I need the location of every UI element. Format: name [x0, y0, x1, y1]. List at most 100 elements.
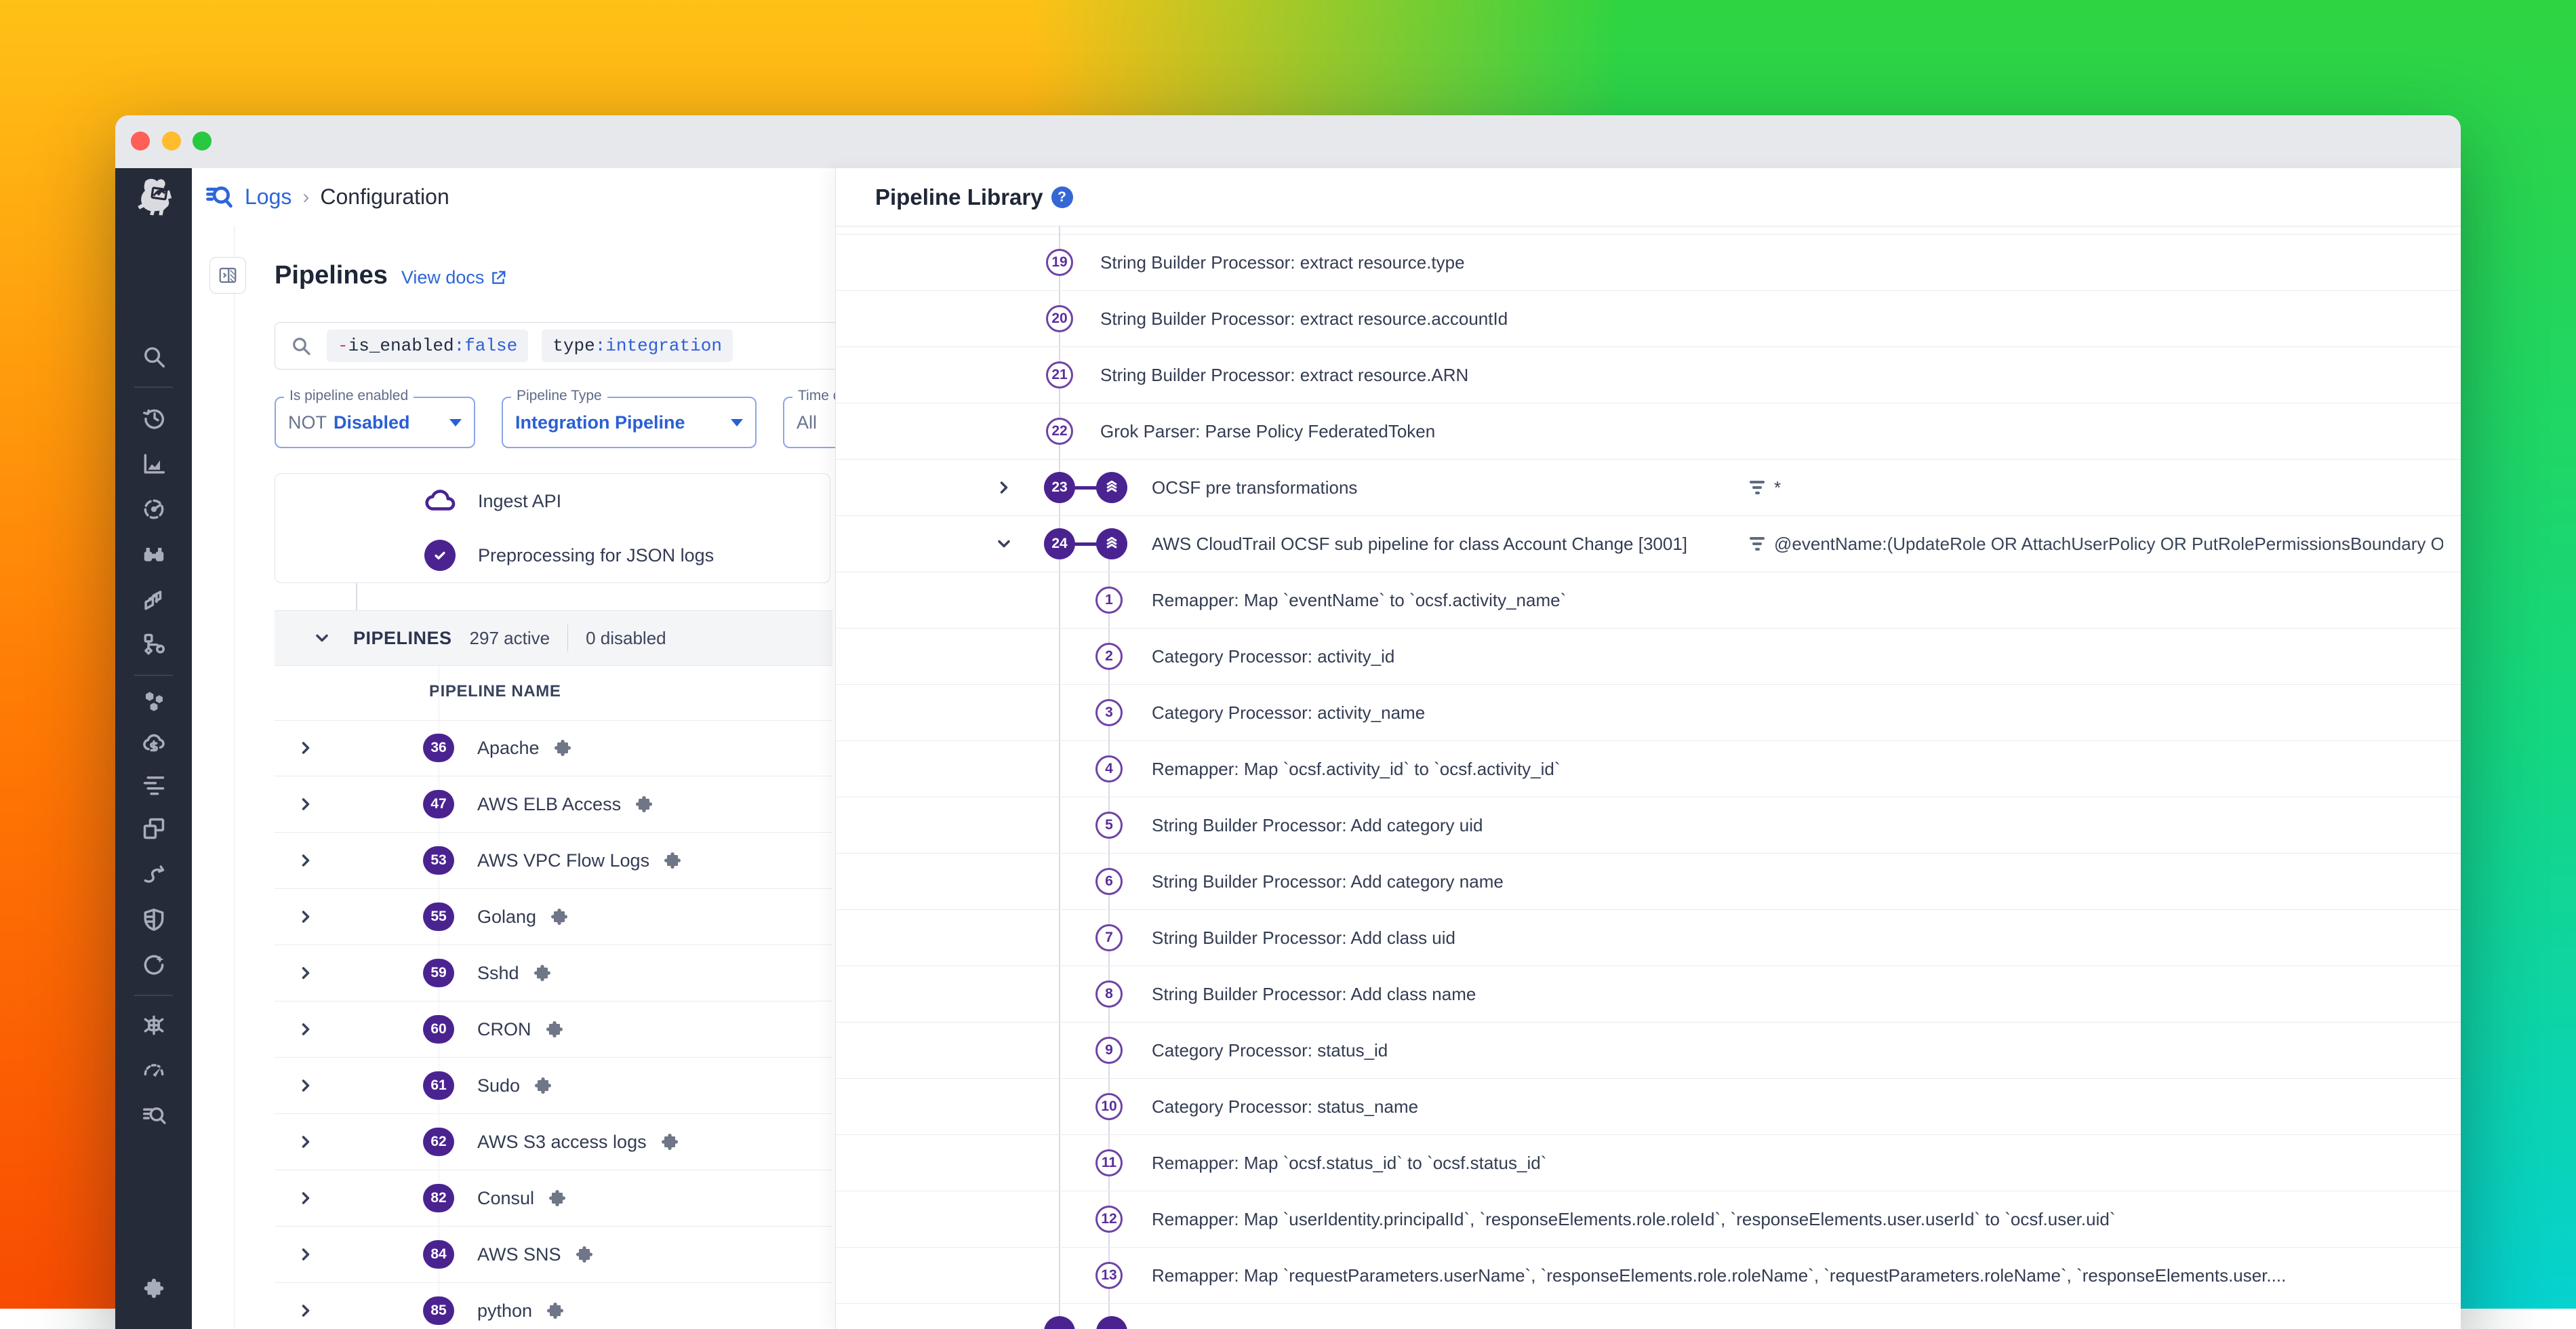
chevron-right-icon[interactable] — [296, 1301, 315, 1320]
table-row[interactable]: 36Apache — [275, 720, 832, 776]
zoom-window-button[interactable] — [193, 132, 212, 151]
subprocessor-row[interactable]: 9Category Processor: status_id — [836, 1023, 2461, 1079]
processor-row[interactable]: 19String Builder Processor: extract reso… — [836, 235, 2461, 291]
processes-hexagons-icon[interactable] — [141, 688, 167, 714]
nested-pipeline-row-expanded[interactable]: 24 AWS CloudTrail OCSF sub pipeline for … — [836, 516, 2461, 572]
pipeline-filter: @eventName:(UpdateRole OR AttachUserPoli… — [1750, 516, 2443, 572]
chevron-right-icon[interactable] — [296, 1076, 315, 1095]
cloud-icon — [422, 483, 458, 519]
search-icon[interactable] — [141, 344, 167, 370]
breadcrumb-logs-link[interactable]: Logs — [245, 184, 291, 210]
pipeline-name[interactable]: Apache — [477, 738, 540, 759]
table-row[interactable]: 61Sudo — [275, 1058, 832, 1114]
history-icon[interactable] — [141, 405, 167, 431]
subprocessor-row[interactable]: 11Remapper: Map `ocsf.status_id` to `ocs… — [836, 1135, 2461, 1191]
pipeline-name[interactable]: Consul — [477, 1188, 534, 1209]
preprocessing-row[interactable]: Preprocessing for JSON logs — [275, 528, 830, 582]
pipeline-name[interactable]: AWS S3 access logs — [477, 1132, 647, 1153]
table-row[interactable]: 55Golang — [275, 889, 832, 945]
table-row[interactable]: 60CRON — [275, 1001, 832, 1058]
pipeline-name[interactable]: Sshd — [477, 963, 519, 984]
collapse-panel-button[interactable] — [209, 257, 246, 294]
pipeline-name[interactable]: Golang — [477, 907, 536, 928]
chevron-right-icon[interactable] — [296, 1132, 315, 1151]
subprocessor-row[interactable]: 1Remapper: Map `eventName` to `ocsf.acti… — [836, 572, 2461, 629]
subprocessor-row[interactable]: 8String Builder Processor: Add class nam… — [836, 966, 2461, 1023]
pipeline-name[interactable]: AWS VPC Flow Logs — [477, 850, 649, 871]
search-token-is-enabled[interactable]: -is_enabled:false — [327, 330, 528, 362]
subprocessor-row[interactable]: 13Remapper: Map `requestParameters.userN… — [836, 1248, 2461, 1304]
pipeline-name[interactable]: AWS SNS — [477, 1244, 561, 1265]
step-number-circle: 11 — [1095, 1149, 1123, 1176]
pipelines-search-input[interactable]: -is_enabled:false type:integration — [275, 322, 881, 370]
chevron-right-icon[interactable] — [994, 478, 1013, 497]
table-row[interactable]: 47AWS ELB Access — [275, 776, 832, 833]
processor-row[interactable]: 21String Builder Processor: extract reso… — [836, 347, 2461, 403]
view-docs-link[interactable]: View docs — [401, 267, 508, 288]
search-token-type[interactable]: type:integration — [542, 330, 733, 362]
processor-title: Grok Parser: Parse Policy FederatedToken — [1100, 403, 1435, 459]
ingest-api-label: Ingest API — [478, 491, 561, 512]
subprocessor-row[interactable]: 2Category Processor: activity_id — [836, 629, 2461, 685]
chevron-right-icon[interactable] — [296, 795, 315, 814]
ingest-api-row: Ingest API — [275, 474, 830, 528]
ci-pipeline-icon[interactable] — [141, 862, 167, 888]
processor-title: String Builder Processor: Add class uid — [1152, 910, 1455, 966]
table-row[interactable]: 85python — [275, 1283, 832, 1329]
close-window-button[interactable] — [131, 132, 150, 151]
subprocessor-row[interactable]: 5String Builder Processor: Add category … — [836, 797, 2461, 854]
pipeline-name[interactable]: AWS ELB Access — [477, 794, 621, 815]
chevron-right-icon[interactable] — [296, 1189, 315, 1208]
quality-gauge-icon[interactable] — [141, 1057, 167, 1083]
pipeline-name[interactable]: python — [477, 1301, 532, 1322]
chevron-right-icon[interactable] — [296, 851, 315, 870]
integrations-puzzle-icon[interactable] — [141, 1275, 167, 1301]
logs-icon[interactable] — [141, 1103, 167, 1128]
watchdog-binoculars-icon[interactable] — [141, 542, 167, 568]
table-row[interactable]: 62AWS S3 access logs — [275, 1114, 832, 1170]
rum-windows-icon[interactable] — [141, 816, 167, 841]
pipeline-name[interactable]: Sudo — [477, 1075, 520, 1096]
pipelines-panel: Pipelines View docs -is_enabled:false ty… — [192, 226, 835, 1329]
integration-puzzle-icon — [531, 962, 553, 984]
integration-puzzle-icon — [659, 1131, 681, 1153]
infrastructure-layers-icon[interactable] — [141, 587, 167, 612]
chevron-right-icon[interactable] — [296, 964, 315, 983]
security-shield-icon[interactable] — [141, 907, 167, 932]
check-circle-icon — [422, 537, 458, 574]
subprocessor-row[interactable]: 6String Builder Processor: Add category … — [836, 854, 2461, 910]
chevron-right-icon[interactable] — [296, 907, 315, 926]
nested-pipeline-row[interactable]: 23 OCSF pre transformations * — [836, 460, 2461, 516]
error-tracking-bug-icon[interactable] — [141, 1012, 167, 1038]
chevron-down-icon[interactable] — [994, 534, 1013, 553]
cloud-cost-icon[interactable] — [141, 730, 167, 756]
subprocessor-row[interactable]: 3Category Processor: activity_name — [836, 685, 2461, 741]
disabled-count: 0 disabled — [586, 628, 666, 649]
processor-row[interactable]: 20String Builder Processor: extract reso… — [836, 291, 2461, 347]
pipeline-type-dropdown[interactable]: Pipeline Type Integration Pipeline — [502, 397, 757, 448]
subprocessor-row[interactable]: 12Remapper: Map `userIdentity.principalI… — [836, 1191, 2461, 1248]
is-pipeline-enabled-dropdown[interactable]: Is pipeline enabled NOT Disabled — [275, 397, 475, 448]
table-row[interactable]: 59Sshd — [275, 945, 832, 1001]
chevron-down-icon[interactable] — [294, 629, 313, 648]
table-row[interactable]: 53AWS VPC Flow Logs — [275, 833, 832, 889]
pipeline-name[interactable]: CRON — [477, 1019, 531, 1040]
chevron-right-icon[interactable] — [296, 1245, 315, 1264]
table-row[interactable]: 84AWS SNS — [275, 1227, 832, 1283]
chevron-right-icon[interactable] — [296, 1020, 315, 1039]
pipelines-section-header[interactable]: PIPELINES 297 active 0 disabled — [275, 610, 832, 666]
datadog-logo-icon[interactable] — [132, 175, 176, 218]
subprocessor-row[interactable]: 10Category Processor: status_name — [836, 1079, 2461, 1135]
service-map-icon[interactable] — [141, 631, 167, 657]
bits-ai-icon[interactable] — [141, 952, 167, 978]
pipeline-lines-icon[interactable] — [141, 772, 167, 798]
processor-row[interactable]: 22Grok Parser: Parse Policy FederatedTok… — [836, 403, 2461, 460]
minimize-window-button[interactable] — [162, 132, 181, 151]
subprocessor-row[interactable]: 7String Builder Processor: Add class uid — [836, 910, 2461, 966]
table-row[interactable]: 82Consul — [275, 1170, 832, 1227]
help-icon[interactable]: ? — [1051, 186, 1073, 208]
chevron-right-icon[interactable] — [296, 738, 315, 757]
metrics-chart-icon[interactable] — [141, 451, 167, 477]
subprocessor-row[interactable]: 4Remapper: Map `ocsf.activity_id` to `oc… — [836, 741, 2461, 797]
apm-target-icon[interactable] — [141, 496, 167, 522]
